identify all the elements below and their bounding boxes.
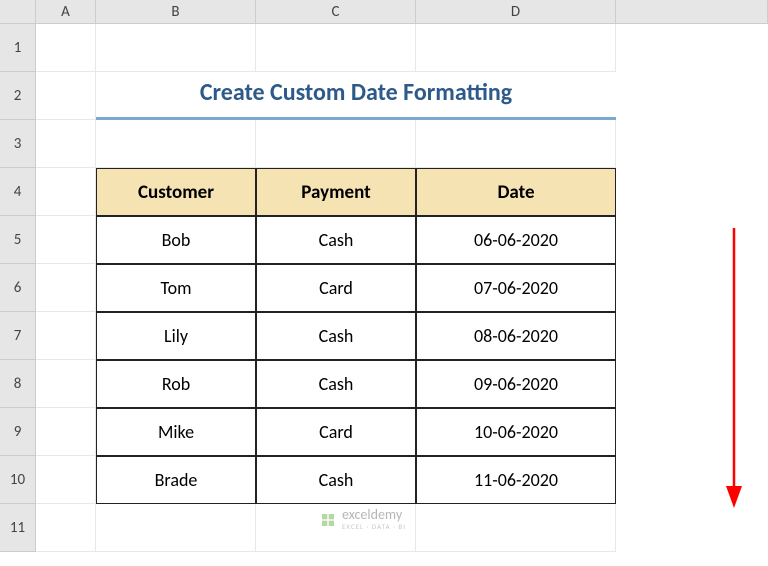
watermark: exceldemy EXCEL · DATA · BI: [320, 508, 406, 531]
cell-d1[interactable]: [416, 24, 616, 72]
table-cell-date[interactable]: 11-06-2020: [416, 456, 616, 504]
row-header-11[interactable]: 11: [0, 504, 36, 552]
cell-a4[interactable]: [36, 168, 96, 216]
exceldemy-logo-icon: [320, 512, 336, 528]
select-all-corner[interactable]: [0, 0, 36, 24]
table-cell-payment[interactable]: Card: [256, 408, 416, 456]
row-header-5[interactable]: 5: [0, 216, 36, 264]
table-cell-customer[interactable]: Bob: [96, 216, 256, 264]
cell-e10: [616, 456, 768, 504]
cell-e11: [616, 504, 768, 552]
cell-b11[interactable]: [96, 504, 256, 552]
table-cell-customer[interactable]: Brade: [96, 456, 256, 504]
cell-a10[interactable]: [36, 456, 96, 504]
table-cell-payment[interactable]: Cash: [256, 216, 416, 264]
table-header-payment[interactable]: Payment: [256, 168, 416, 216]
cell-a8[interactable]: [36, 360, 96, 408]
table-cell-date[interactable]: 10-06-2020: [416, 408, 616, 456]
cell-e2: [616, 72, 768, 120]
cell-e7: [616, 312, 768, 360]
row-header-8[interactable]: 8: [0, 360, 36, 408]
table-cell-date[interactable]: 06-06-2020: [416, 216, 616, 264]
cell-a9[interactable]: [36, 408, 96, 456]
col-header-c[interactable]: C: [256, 0, 416, 24]
cell-a1[interactable]: [36, 24, 96, 72]
table-header-customer[interactable]: Customer: [96, 168, 256, 216]
cell-e8: [616, 360, 768, 408]
cell-e1: [616, 24, 768, 72]
arrow-down-icon: [724, 228, 744, 508]
cell-a11[interactable]: [36, 504, 96, 552]
watermark-sublabel: EXCEL · DATA · BI: [342, 522, 406, 531]
cell-d3[interactable]: [416, 120, 616, 168]
col-header-a[interactable]: A: [36, 0, 96, 24]
table-cell-customer[interactable]: Mike: [96, 408, 256, 456]
table-cell-customer[interactable]: Tom: [96, 264, 256, 312]
col-header-b[interactable]: B: [96, 0, 256, 24]
cell-d11[interactable]: [416, 504, 616, 552]
cell-e6: [616, 264, 768, 312]
cell-e5: [616, 216, 768, 264]
table-cell-date[interactable]: 08-06-2020: [416, 312, 616, 360]
cell-e9: [616, 408, 768, 456]
cell-b3[interactable]: [96, 120, 256, 168]
table-cell-customer[interactable]: Lily: [96, 312, 256, 360]
spreadsheet-grid: A B C D 1 2 Create Custom Date Formattin…: [0, 0, 768, 552]
table-cell-date[interactable]: 09-06-2020: [416, 360, 616, 408]
page-title: Create Custom Date Formatting: [96, 72, 616, 120]
row-header-3[interactable]: 3: [0, 120, 36, 168]
table-header-date[interactable]: Date: [416, 168, 616, 216]
cell-e4: [616, 168, 768, 216]
row-header-4[interactable]: 4: [0, 168, 36, 216]
table-cell-payment[interactable]: Card: [256, 264, 416, 312]
col-header-blank: [616, 0, 768, 24]
cell-c1[interactable]: [256, 24, 416, 72]
col-header-d[interactable]: D: [416, 0, 616, 24]
cell-a6[interactable]: [36, 264, 96, 312]
table-cell-payment[interactable]: Cash: [256, 360, 416, 408]
cell-e3: [616, 120, 768, 168]
cell-b1[interactable]: [96, 24, 256, 72]
row-header-1[interactable]: 1: [0, 24, 36, 72]
cell-a2[interactable]: [36, 72, 96, 120]
table-cell-payment[interactable]: Cash: [256, 456, 416, 504]
cell-a5[interactable]: [36, 216, 96, 264]
table-cell-customer[interactable]: Rob: [96, 360, 256, 408]
row-header-9[interactable]: 9: [0, 408, 36, 456]
cell-a3[interactable]: [36, 120, 96, 168]
cell-a7[interactable]: [36, 312, 96, 360]
cell-c3[interactable]: [256, 120, 416, 168]
row-header-7[interactable]: 7: [0, 312, 36, 360]
table-cell-payment[interactable]: Cash: [256, 312, 416, 360]
row-header-6[interactable]: 6: [0, 264, 36, 312]
row-header-2[interactable]: 2: [0, 72, 36, 120]
watermark-label: exceldemy: [342, 508, 406, 522]
row-header-10[interactable]: 10: [0, 456, 36, 504]
table-cell-date[interactable]: 07-06-2020: [416, 264, 616, 312]
